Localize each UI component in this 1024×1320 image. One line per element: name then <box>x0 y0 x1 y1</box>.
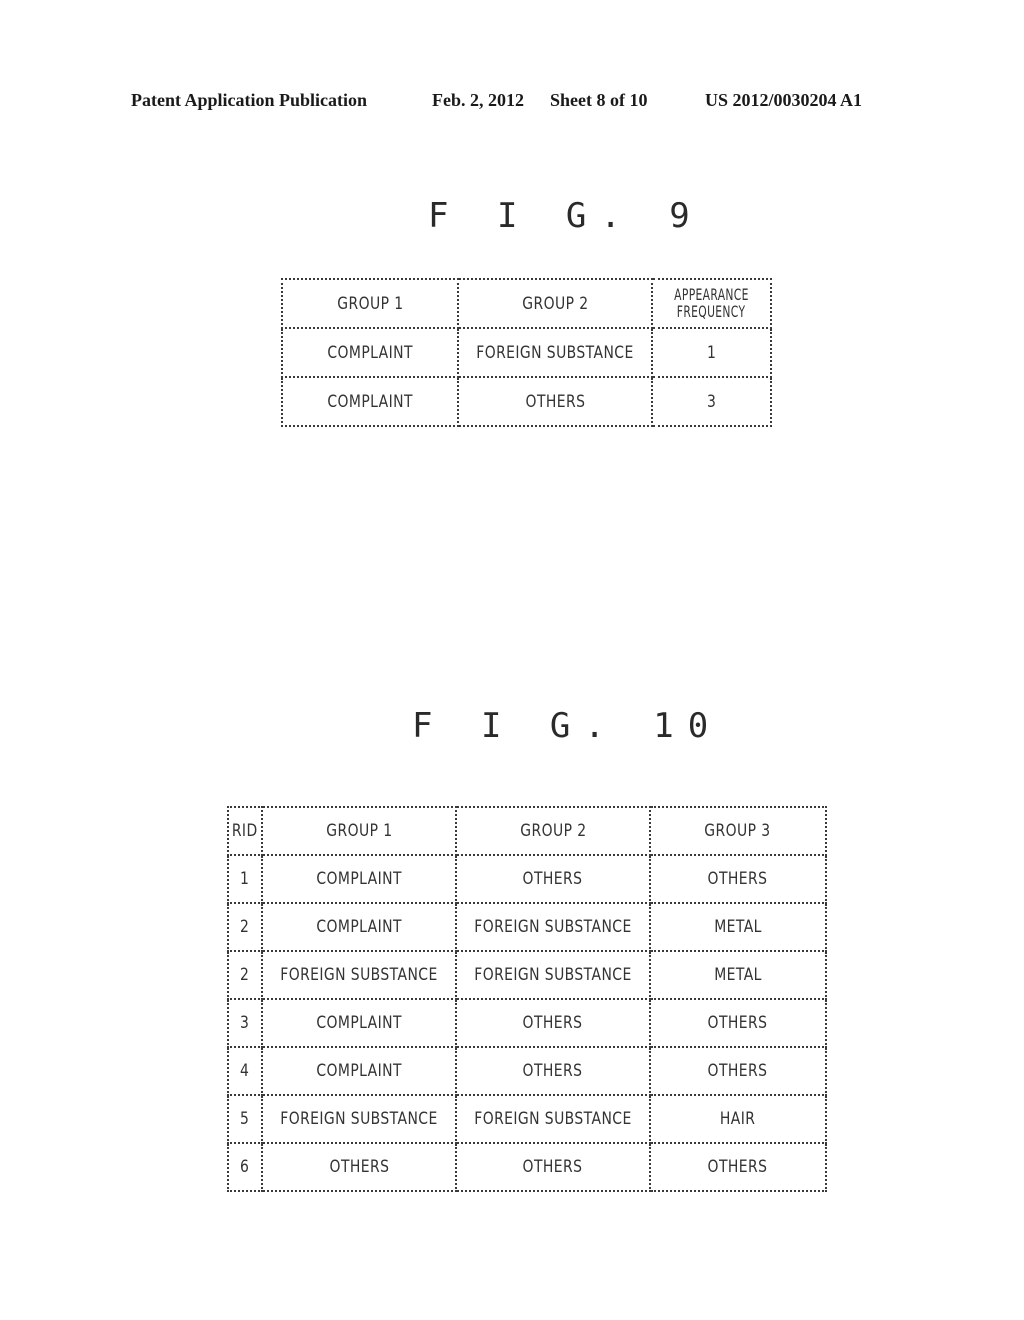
table-row: 6 OTHERS OTHERS OTHERS <box>227 1142 827 1192</box>
table-row: COMPLAINT FOREIGN SUBSTANCE 1 <box>281 327 772 378</box>
table-cell: 3 <box>650 376 772 427</box>
column-header: GROUP 2 <box>457 278 653 329</box>
table-cell: 6 <box>227 1142 263 1192</box>
table-row: 2 COMPLAINT FOREIGN SUBSTANCE METAL <box>227 902 827 952</box>
table-cell: OTHERS <box>648 998 827 1048</box>
table-cell: OTHERS <box>261 1142 457 1192</box>
table-cell: COMPLAINT <box>261 902 457 952</box>
table-cell: FOREIGN SUBSTANCE <box>261 950 457 1000</box>
table-cell: OTHERS <box>648 1142 827 1192</box>
fig10-table: RID GROUP 1 GROUP 2 GROUP 3 1 COMPLAINT OT… <box>227 806 827 1192</box>
publication-label: Patent Application Publication <box>131 90 368 110</box>
table-cell: OTHERS <box>454 1046 651 1096</box>
table-cell: OTHERS <box>454 998 651 1048</box>
column-header: GROUP 1 <box>281 278 459 329</box>
table-cell: 2 <box>227 950 263 1000</box>
table-cell: COMPLAINT <box>281 327 459 378</box>
table-cell: OTHERS <box>454 1142 651 1192</box>
table-cell: FOREIGN SUBSTANCE <box>454 1094 651 1144</box>
table-cell: 1 <box>650 327 772 378</box>
table-cell: OTHERS <box>457 376 653 427</box>
column-header: GROUP 2 <box>454 806 651 856</box>
table-row: 1 COMPLAINT OTHERS OTHERS <box>227 854 827 904</box>
patent-number: US 2012/0030204 A1 <box>705 90 863 110</box>
table-header-row: GROUP 1 GROUP 2 APPEARANCE FREQUENCY <box>281 278 772 329</box>
fig10-title: F I G. 10 <box>412 706 723 746</box>
table-cell: HAIR <box>648 1094 827 1144</box>
table-row: 3 COMPLAINT OTHERS OTHERS <box>227 998 827 1048</box>
column-header: APPEARANCE FREQUENCY <box>650 278 772 329</box>
table-cell: 2 <box>227 902 263 952</box>
table-cell: FOREIGN SUBSTANCE <box>457 327 653 378</box>
column-header: GROUP 3 <box>648 806 827 856</box>
page-header: Patent Application Publication Feb. 2, 2… <box>0 88 1024 114</box>
table-row: 4 COMPLAINT OTHERS OTHERS <box>227 1046 827 1096</box>
publication-date: Feb. 2, 2012 <box>432 90 524 110</box>
table-cell: COMPLAINT <box>261 854 457 904</box>
column-header: GROUP 1 <box>261 806 457 856</box>
column-header: RID <box>227 806 263 856</box>
table-header-row: RID GROUP 1 GROUP 2 GROUP 3 <box>227 806 827 856</box>
table-cell: COMPLAINT <box>281 376 459 427</box>
table-cell: 5 <box>227 1094 263 1144</box>
table-cell: METAL <box>648 902 827 952</box>
table-cell: OTHERS <box>648 1046 827 1096</box>
table-row: 2 FOREIGN SUBSTANCE FOREIGN SUBSTANCE METAL <box>227 950 827 1000</box>
table-row: 5 FOREIGN SUBSTANCE FOREIGN SUBSTANCE HAIR <box>227 1094 827 1144</box>
table-cell: 3 <box>227 998 263 1048</box>
table-cell: 4 <box>227 1046 263 1096</box>
table-cell: FOREIGN SUBSTANCE <box>261 1094 457 1144</box>
table-cell: 1 <box>227 854 263 904</box>
table-cell: FOREIGN SUBSTANCE <box>454 902 651 952</box>
table-cell: COMPLAINT <box>261 998 457 1048</box>
table-cell: OTHERS <box>454 854 651 904</box>
fig9-table: GROUP 1 GROUP 2 APPEARANCE FREQUENCY COMP… <box>281 278 772 427</box>
table-cell: OTHERS <box>648 854 827 904</box>
fig9-title: F I G. 9 <box>428 196 704 236</box>
table-cell: FOREIGN SUBSTANCE <box>454 950 651 1000</box>
table-row: COMPLAINT OTHERS 3 <box>281 376 772 427</box>
sheet-number: Sheet 8 of 10 <box>550 90 648 110</box>
table-cell: COMPLAINT <box>261 1046 457 1096</box>
table-cell: METAL <box>648 950 827 1000</box>
